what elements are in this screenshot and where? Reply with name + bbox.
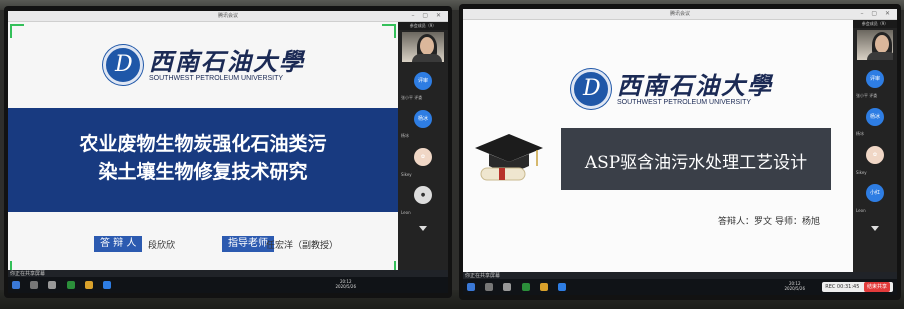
left-screen: 腾讯会议 – ▢ ✕ D 西南石油大學 SOUTHWEST PETROLEUM … <box>8 11 448 293</box>
participant-name: Leon <box>401 210 411 215</box>
participant-tile[interactable]: 评审 张小平 评委 <box>398 68 448 104</box>
taskbar: 20:12 2020/5/26 REC 00:31:45 结束共享 <box>463 279 897 295</box>
logo-chinese: 西南石油大學 <box>149 47 305 76</box>
flower-avatar-icon: ✿ <box>866 146 884 164</box>
share-frame-corner <box>10 24 24 38</box>
recording-timer: REC 00:31:45 <box>825 284 860 290</box>
participant-name: 张小平 评委 <box>401 95 423 100</box>
start-icon[interactable] <box>12 281 20 289</box>
advisor-info: 导师：杨旭 <box>775 217 821 227</box>
title-line-1: 农业废物生物炭强化石油类污 <box>79 133 327 155</box>
defender-info: 答辩人：罗文 <box>718 217 773 227</box>
participant-name: Sikey <box>856 170 867 175</box>
share-status-bar: 你正在共享屏幕 <box>8 270 448 277</box>
participant-avatar: 杨冰 <box>866 108 884 126</box>
participant-tile[interactable]: 杨冰 杨冰 <box>853 104 897 140</box>
search-icon[interactable] <box>30 281 39 289</box>
participant-avatar: 杨冰 <box>414 110 432 128</box>
participant-avatar: 评审 <box>414 72 432 90</box>
panel-header: 参会成员（9） <box>853 20 897 28</box>
window-title: 腾讯会议 <box>669 11 690 17</box>
recording-controls: REC 00:31:45 结束共享 <box>822 282 893 292</box>
share-frame-corner <box>382 24 396 38</box>
advisor-name: 任宏洋（副教授） <box>266 241 339 251</box>
start-icon[interactable] <box>467 283 475 291</box>
taskbar-icons <box>12 281 115 289</box>
logo-emblem-icon: D <box>571 69 611 109</box>
window-controls[interactable]: – ▢ ✕ <box>411 12 444 19</box>
shared-slide: D 西南石油大學 SOUTHWEST PETROLEUM UNIVERSITY … <box>463 20 853 279</box>
defender-label: 答 辩 人 <box>94 236 143 252</box>
flower-avatar-icon: ✿ <box>414 148 432 166</box>
participant-tile[interactable]: 评审 张小平 评委 <box>853 66 897 102</box>
participant-name: Leon <box>856 208 866 213</box>
slide-title: ASP驱含油污水处理工艺设计 <box>584 153 808 173</box>
panel-header: 参会成员（9） <box>398 22 448 30</box>
folder-icon[interactable] <box>539 283 548 291</box>
participant-tile[interactable]: 小红 Leon <box>853 180 897 216</box>
taskbar-clock[interactable]: 20:12 2020/5/26 <box>784 281 805 291</box>
window-titlebar[interactable]: 腾讯会议 – ▢ ✕ <box>463 9 897 20</box>
shared-slide: D 西南石油大學 SOUTHWEST PETROLEUM UNIVERSITY … <box>8 22 398 277</box>
participant-tile[interactable]: ✿ Sikey <box>853 142 897 178</box>
participant-tile[interactable]: 杨冰 杨冰 <box>398 106 448 142</box>
university-logo: D 西南石油大學 SOUTHWEST PETROLEUM UNIVERSITY <box>103 42 303 90</box>
share-status-text: 你正在共享屏幕 <box>465 273 501 279</box>
meeting-app-icon[interactable] <box>558 283 567 291</box>
taskbar-clock[interactable]: 20:12 2020/5/26 <box>335 279 356 289</box>
scroll-down-icon[interactable] <box>419 226 427 231</box>
participant-video[interactable] <box>402 32 444 62</box>
title-band: 农业废物生物炭强化石油类污 染土壤生物修复技术研究 <box>8 108 398 212</box>
task-view-icon[interactable] <box>48 281 57 289</box>
right-monitor: 腾讯会议 – ▢ ✕ D 西南石油大學 SOUTHWEST PETROLEUM … <box>459 4 901 300</box>
share-status-bar: 你正在共享屏幕 <box>463 272 897 279</box>
participant-avatar: 评审 <box>866 70 884 88</box>
window-controls[interactable]: – ▢ ✕ <box>860 10 893 17</box>
title-line-2: 染土壤生物修复技术研究 <box>98 161 308 183</box>
task-view-icon[interactable] <box>503 283 512 291</box>
university-logo: D 西南石油大學 SOUTHWEST PETROLEUM UNIVERSITY <box>571 66 781 114</box>
participant-tile[interactable]: ✿ Sikey <box>398 144 448 180</box>
participant-name: 张小平 评委 <box>856 93 878 98</box>
folder-icon[interactable] <box>84 281 93 289</box>
left-monitor: 腾讯会议 – ▢ ✕ D 西南石油大學 SOUTHWEST PETROLEUM … <box>4 6 452 298</box>
scroll-down-icon[interactable] <box>871 226 879 231</box>
participant-name: 杨冰 <box>856 131 864 136</box>
participant-name: Sikey <box>401 172 412 177</box>
participant-panel: 参会成员（9） 评审 张小平 评委 杨冰 杨冰 ✿ Sikey 小红 Leon <box>853 20 897 279</box>
window-titlebar[interactable]: 腾讯会议 – ▢ ✕ <box>8 11 448 22</box>
right-screen: 腾讯会议 – ▢ ✕ D 西南石油大學 SOUTHWEST PETROLEUM … <box>463 9 897 295</box>
meeting-app-icon[interactable] <box>103 281 112 289</box>
logo-english: SOUTHWEST PETROLEUM UNIVERSITY <box>617 99 752 106</box>
user-avatar-icon: ● <box>414 186 432 204</box>
taskbar: 20:12 2020/5/26 <box>8 277 448 293</box>
defender-name: 段欣欣 <box>148 241 176 251</box>
participant-video[interactable] <box>857 30 893 60</box>
taskbar-icons <box>467 283 570 291</box>
graduation-cap-icon <box>475 134 543 181</box>
search-icon[interactable] <box>485 283 494 291</box>
browser-icon[interactable] <box>521 283 530 291</box>
participant-name: 杨冰 <box>401 133 409 138</box>
slide-title: 农业废物生物炭强化石油类污 染土壤生物修复技术研究 <box>28 130 378 186</box>
logo-english: SOUTHWEST PETROLEUM UNIVERSITY <box>149 75 284 82</box>
logo-chinese: 西南石油大學 <box>617 71 773 100</box>
browser-icon[interactable] <box>66 281 75 289</box>
end-share-button[interactable]: 结束共享 <box>863 282 890 292</box>
window-title: 腾讯会议 <box>217 13 238 19</box>
participant-avatar: 小红 <box>866 184 884 202</box>
participant-panel: 参会成员（9） 评审 张小平 评委 杨冰 杨冰 ✿ Sikey ● Leon <box>398 22 448 277</box>
participant-tile[interactable]: ● Leon <box>398 182 448 218</box>
logo-emblem-icon: D <box>103 45 143 85</box>
share-status-text: 你正在共享屏幕 <box>10 271 46 277</box>
title-box: ASP驱含油污水处理工艺设计 <box>561 128 831 190</box>
